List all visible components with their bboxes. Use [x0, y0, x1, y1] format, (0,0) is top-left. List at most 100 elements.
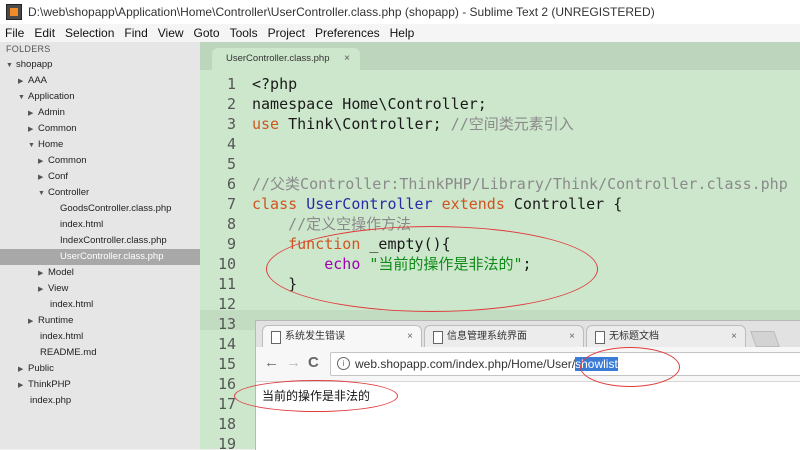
- browser-toolbar: ← → C i web.shopapp.com/index.php/Home/U…: [256, 347, 800, 382]
- tree-item-label: UserController.class.php: [60, 251, 164, 262]
- code-line-2: namespace Home\Controller;: [252, 95, 487, 113]
- browser-tab-label: 系统发生错误: [285, 331, 345, 342]
- line-number: 10: [217, 255, 236, 273]
- tree-item-label: index.html: [50, 299, 94, 310]
- line-number: 8: [226, 215, 236, 233]
- browser-tab-label: 信息管理系统界面: [447, 331, 527, 342]
- tree-item-label: Public: [28, 363, 54, 374]
- folder-collapsed-icon: ▶: [38, 158, 44, 165]
- folder-collapsed-icon: ▶: [28, 126, 34, 133]
- line-number: 11: [217, 275, 236, 293]
- reload-icon[interactable]: C: [308, 355, 319, 371]
- line-number-gutter: 1 2 3 4 5 6 7 8 9 10 11 12 13 14 15 16 1…: [200, 74, 244, 449]
- folder-collapsed-icon: ▶: [18, 382, 24, 389]
- tree-item-label: index.html: [60, 219, 104, 230]
- tree-file-usercontroller[interactable]: UserController.class.php: [0, 249, 200, 265]
- tree-item-label: Admin: [38, 107, 65, 118]
- tree-file-index-php[interactable]: index.php: [0, 393, 200, 409]
- code-line-1: <?php: [252, 75, 298, 93]
- keyword-function: function: [288, 235, 361, 253]
- close-icon[interactable]: ×: [344, 48, 350, 70]
- forward-arrow-icon[interactable]: →: [286, 355, 301, 371]
- line-number: 9: [226, 235, 236, 253]
- address-bar[interactable]: i web.shopapp.com/index.php/Home/User/sh…: [330, 352, 800, 376]
- tree-item-conf[interactable]: ▶ Conf: [0, 169, 200, 185]
- tree-file-readme[interactable]: README.md: [0, 345, 200, 361]
- folder-expanded-icon: ▼: [6, 62, 13, 69]
- url-prefix: web.shopapp.com/index.php/Home/User/: [355, 357, 576, 371]
- tree-item-admin[interactable]: ▶ Admin: [0, 105, 200, 121]
- tree-item-label: Conf: [48, 171, 69, 182]
- menu-tools[interactable]: Tools: [225, 26, 263, 40]
- tree-item-label: README.md: [40, 347, 97, 358]
- code-line-8: //定义空操作方法: [252, 214, 800, 234]
- line-number: 7: [226, 195, 236, 213]
- folders-sidebar: FOLDERS ▼ shopapp ▶ AAA ▼ Application ▶ Admi…: [0, 42, 200, 449]
- browser-tab-error[interactable]: 系统发生错误 ×: [262, 325, 422, 347]
- sublime-app-icon: [6, 4, 22, 20]
- menu-project[interactable]: Project: [263, 26, 310, 40]
- document-icon: [433, 331, 443, 344]
- tree-item-application[interactable]: ▼ Application: [0, 89, 200, 105]
- code-area[interactable]: <?php namespace Home\Controller; use Thi…: [252, 74, 800, 294]
- url-text: web.shopapp.com/index.php/Home/User/show…: [355, 353, 618, 375]
- tree-item-model[interactable]: ▶ Model: [0, 265, 200, 281]
- tree-item-runtime[interactable]: ▶ Runtime: [0, 313, 200, 329]
- tree-item-public[interactable]: ▶ Public: [0, 361, 200, 377]
- back-arrow-icon[interactable]: ←: [264, 355, 279, 371]
- url-selected-segment: showlist: [575, 357, 618, 371]
- new-tab-button[interactable]: [750, 331, 780, 347]
- close-icon[interactable]: ×: [569, 326, 575, 348]
- tree-item-controller[interactable]: ▼ Controller: [0, 185, 200, 201]
- menu-edit[interactable]: Edit: [29, 26, 60, 40]
- folder-collapsed-icon: ▶: [38, 286, 44, 293]
- line-number: 13: [217, 315, 236, 333]
- tree-item-label: IndexController.class.php: [60, 235, 167, 246]
- menu-help[interactable]: Help: [385, 26, 420, 40]
- keyword-use: use: [252, 115, 280, 133]
- tree-item-view[interactable]: ▶ View: [0, 281, 200, 297]
- page-message: 当前的操作是非法的: [262, 389, 371, 403]
- menu-selection[interactable]: Selection: [60, 26, 119, 40]
- tree-item-aaa[interactable]: ▶ AAA: [0, 73, 200, 89]
- folders-header: FOLDERS: [6, 44, 51, 54]
- browser-tab-untitled[interactable]: 无标题文档 ×: [586, 325, 746, 347]
- close-icon[interactable]: ×: [407, 326, 413, 348]
- line-number: 12: [217, 295, 236, 313]
- browser-tab-info-system[interactable]: 信息管理系统界面 ×: [424, 325, 584, 347]
- tree-file-goodscontroller[interactable]: GoodsController.class.php: [0, 201, 200, 217]
- tree-file-app-index-html[interactable]: index.html: [0, 329, 200, 345]
- info-icon[interactable]: i: [337, 357, 350, 370]
- menu-find[interactable]: Find: [119, 26, 152, 40]
- tree-item-label: Common: [38, 123, 77, 134]
- tree-item-label: shopapp: [16, 59, 53, 70]
- keyword-class: class: [252, 195, 298, 213]
- document-icon: [271, 331, 281, 344]
- editor-tab-usercontroller[interactable]: UserController.class.php ×: [212, 48, 360, 70]
- editor-tab-strip: UserController.class.php ×: [200, 42, 800, 70]
- code-line-9: function _empty(){: [252, 234, 800, 254]
- menu-bar: File Edit Selection Find View Goto Tools…: [0, 24, 800, 42]
- menu-file[interactable]: File: [0, 26, 29, 40]
- tree-file-index-html[interactable]: index.html: [0, 217, 200, 233]
- browser-tab-bar: 系统发生错误 × 信息管理系统界面 × 无标题文档 ×: [256, 321, 800, 347]
- tree-item-home-common[interactable]: ▶ Common: [0, 153, 200, 169]
- tree-item-home[interactable]: ▼ Home: [0, 137, 200, 153]
- menu-goto[interactable]: Goto: [189, 26, 225, 40]
- close-icon[interactable]: ×: [731, 326, 737, 348]
- tree-item-thinkphp[interactable]: ▶ ThinkPHP: [0, 377, 200, 393]
- code-line-7: class UserController extends Controller …: [252, 194, 800, 214]
- tree-item-label: index.php: [30, 395, 72, 406]
- tree-file-home-index-html[interactable]: index.html: [0, 297, 200, 313]
- tree-item-label: index.html: [40, 331, 84, 342]
- menu-preferences[interactable]: Preferences: [310, 26, 385, 40]
- tree-file-indexcontroller[interactable]: IndexController.class.php: [0, 233, 200, 249]
- line-number: 14: [217, 335, 236, 353]
- tree-item-common[interactable]: ▶ Common: [0, 121, 200, 137]
- menu-view[interactable]: View: [153, 26, 189, 40]
- code-line-6: //父类Controller:ThinkPHP/Library/Think/Co…: [252, 175, 788, 193]
- tree-item-label: Model: [48, 267, 74, 278]
- tree-item-label: Common: [48, 155, 87, 166]
- tree-item-shopapp[interactable]: ▼ shopapp: [0, 57, 200, 73]
